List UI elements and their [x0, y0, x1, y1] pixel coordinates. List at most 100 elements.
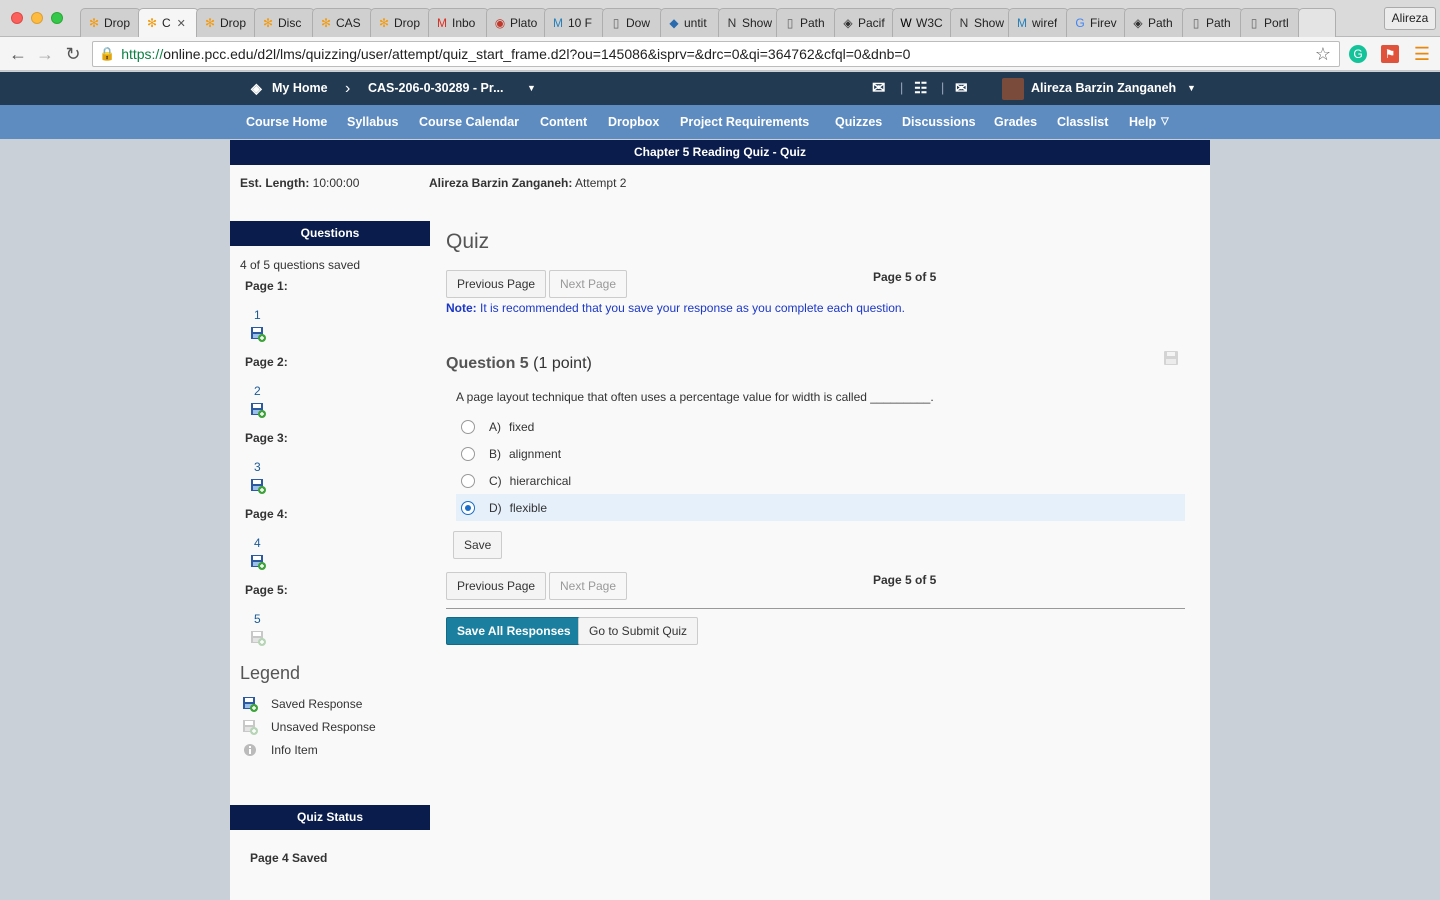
save-note: Note: It is recommended that you save yo…: [446, 301, 905, 315]
choice-a[interactable]: A) fixed: [456, 413, 1185, 440]
profile-button[interactable]: Alireza: [1384, 7, 1436, 30]
saved-response-icon: [251, 479, 266, 494]
course-selector[interactable]: CAS-206-0-30289 - Pr...: [368, 72, 504, 105]
message-alerts-icon[interactable]: ✉: [872, 72, 885, 105]
questions-header: Questions: [230, 221, 430, 246]
browser-tab[interactable]: W W3C: [892, 8, 953, 37]
browser-tab[interactable]: N Show: [718, 8, 779, 37]
browser-tab[interactable]: ✻ Disc: [254, 8, 315, 37]
avatar[interactable]: [1002, 78, 1024, 100]
tab-label: untit: [684, 16, 707, 30]
triangle-down-icon[interactable]: ▽: [1161, 105, 1169, 139]
browser-tab[interactable]: ▯ Path: [1182, 8, 1243, 37]
updates-icon[interactable]: ☷: [914, 72, 927, 105]
nav-dropbox[interactable]: Dropbox: [608, 105, 659, 139]
url-scheme: https://: [121, 46, 164, 62]
tab-label: 10 F: [568, 16, 593, 30]
nav-content[interactable]: Content: [540, 105, 587, 139]
browser-tab[interactable]: Mwiref: [1008, 8, 1069, 37]
choice-b[interactable]: B) alignment: [456, 440, 1185, 467]
question-4-link[interactable]: 4: [254, 536, 261, 550]
choice-a-radio[interactable]: [461, 419, 475, 434]
page-icon: ▯: [1250, 16, 1258, 30]
next-page-button-bottom[interactable]: Next Page: [549, 572, 628, 600]
est-length-label: Est. Length:: [240, 176, 310, 190]
question-5-link[interactable]: 5: [254, 612, 261, 626]
choice-c-radio[interactable]: [461, 473, 475, 488]
question-2-link[interactable]: 2: [254, 384, 261, 398]
reload-icon[interactable]: ↻: [61, 42, 85, 66]
nav-project-requirements[interactable]: Project Requirements: [680, 105, 809, 139]
forward-arrow-icon[interactable]: →: [33, 42, 57, 66]
plato-icon: ◉: [494, 16, 506, 30]
question-text: A page layout technique that often uses …: [456, 390, 934, 404]
nav-syllabus[interactable]: Syllabus: [347, 105, 398, 139]
question-3-link[interactable]: 3: [254, 460, 261, 474]
bookmark-star-icon[interactable]: ☆: [1315, 44, 1331, 65]
nav-classlist[interactable]: Classlist: [1057, 105, 1108, 139]
page-indicator: Page 5 of 5: [873, 270, 937, 284]
close-tab-icon[interactable]: ✕: [177, 17, 186, 30]
browser-tab[interactable]: ◉ Plato: [486, 8, 547, 37]
user-menu[interactable]: Alireza Barzin Zanganeh: [1031, 72, 1176, 105]
browser-tab[interactable]: ▯ Path: [776, 8, 837, 37]
choice-d[interactable]: D) flexible: [456, 494, 1185, 521]
attempt-info: Alireza Barzin Zanganeh: Attempt 2: [429, 176, 626, 190]
go-to-submit-quiz-button[interactable]: Go to Submit Quiz: [578, 617, 699, 645]
dropbox-icon: ✻: [146, 16, 158, 30]
browser-tab[interactable]: ✻ CAS: [312, 8, 373, 37]
back-arrow-icon[interactable]: ←: [6, 42, 30, 66]
question-save-icon[interactable]: [1163, 350, 1179, 366]
nav-course-home[interactable]: Course Home: [246, 105, 327, 139]
browser-tab[interactable]: ▯ Portl: [1240, 8, 1301, 37]
browser-tab[interactable]: G Firev: [1066, 8, 1127, 37]
browser-tab[interactable]: ✻ C ✕: [138, 8, 199, 37]
browser-tab[interactable]: M Inbo: [428, 8, 489, 37]
save-button[interactable]: Save: [453, 531, 503, 559]
google-icon: G: [1075, 16, 1085, 30]
saved-response-icon: [243, 697, 258, 712]
minimize-window-button[interactable]: [31, 12, 43, 24]
menu-icon[interactable]: ☰: [1413, 45, 1431, 63]
browser-tab[interactable]: ✻ Drop: [80, 8, 141, 37]
subscription-alerts-icon[interactable]: ✉: [955, 72, 968, 105]
browser-tab[interactable]: ✻ Drop: [196, 8, 257, 37]
browser-tab[interactable]: ◈ Path: [1124, 8, 1185, 37]
address-bar[interactable]: 🔒 https://online.pcc.edu/d2l/lms/quizzin…: [92, 41, 1340, 67]
chevron-down-icon[interactable]: ▼: [1187, 72, 1196, 105]
choice-d-radio[interactable]: [461, 500, 475, 515]
question-1-link[interactable]: 1: [254, 308, 261, 322]
browser-tab[interactable]: M 10 F: [544, 8, 605, 37]
tab-label: Disc: [278, 16, 302, 30]
browser-tab[interactable]: ✻ Drop: [370, 8, 431, 37]
legend-unsaved-label: Unsaved Response: [271, 720, 376, 734]
dropbox-icon: ✻: [262, 16, 274, 30]
nav-course-calendar[interactable]: Course Calendar: [419, 105, 519, 139]
bookmark-extension-icon[interactable]: ⚑: [1381, 45, 1399, 63]
next-page-button[interactable]: Next Page: [549, 270, 628, 298]
tab-label: Drop: [394, 16, 421, 30]
save-all-responses-button[interactable]: Save All Responses: [446, 617, 582, 645]
choice-b-radio[interactable]: [461, 446, 475, 461]
saved-response-icon: [251, 327, 266, 342]
choice-c[interactable]: C) hierarchical: [456, 467, 1185, 494]
previous-page-button[interactable]: Previous Page: [446, 270, 547, 298]
previous-page-button-bottom[interactable]: Previous Page: [446, 572, 547, 600]
browser-tab[interactable]: ◆ untit: [660, 8, 721, 37]
choice-b-letter: B): [489, 446, 501, 461]
my-home-link[interactable]: My Home: [272, 72, 328, 105]
browser-tab[interactable]: ◈ Pacif: [834, 8, 895, 37]
new-tab-button[interactable]: [1298, 8, 1336, 37]
nav-discussions[interactable]: Discussions: [902, 105, 976, 139]
browser-tab[interactable]: ▯ Dow: [602, 8, 663, 37]
choice-c-letter: C): [489, 473, 502, 488]
page-1-label: Page 1:: [245, 279, 288, 293]
close-window-button[interactable]: [11, 12, 23, 24]
grammarly-extension-icon[interactable]: G: [1349, 45, 1367, 63]
chevron-down-icon[interactable]: ▼: [527, 72, 536, 105]
nav-quizzes[interactable]: Quizzes: [835, 105, 882, 139]
maximize-window-button[interactable]: [51, 12, 63, 24]
browser-tab[interactable]: N Show: [950, 8, 1011, 37]
nav-help[interactable]: Help: [1129, 105, 1156, 139]
nav-grades[interactable]: Grades: [994, 105, 1037, 139]
